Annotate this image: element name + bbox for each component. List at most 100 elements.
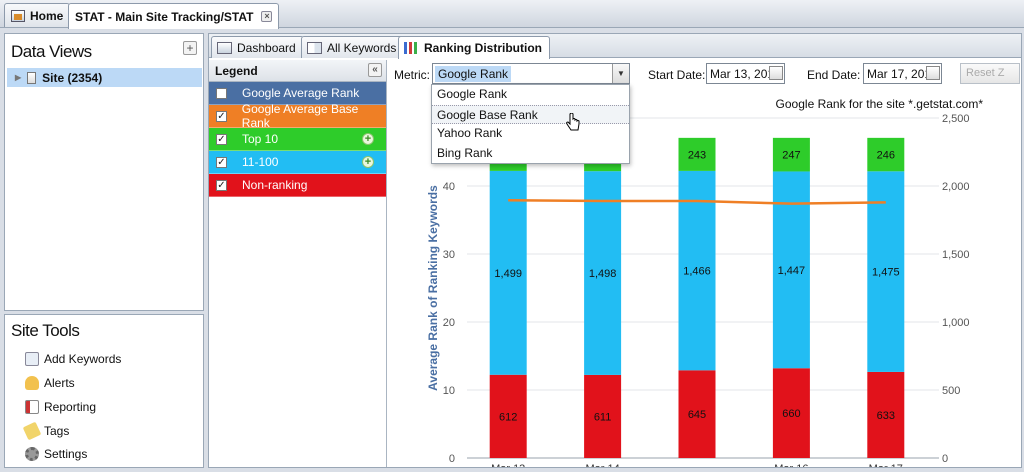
y-left-tick-label: 20 bbox=[443, 317, 455, 329]
x-tick-label: Mar 14 bbox=[585, 463, 619, 467]
start-date-field[interactable]: Mar 13, 201 bbox=[706, 63, 785, 84]
metric-select-value: Google Rank bbox=[435, 66, 512, 82]
tool-label: Tags bbox=[44, 424, 70, 438]
legend-title: Legend bbox=[215, 63, 258, 78]
tab-label: Ranking Distribution bbox=[424, 41, 542, 55]
legend-checkbox[interactable]: ✓ bbox=[216, 133, 227, 145]
tab-site-label: STAT - Main Site Tracking/STAT bbox=[75, 9, 254, 24]
tab-ranking-distribution[interactable]: Ranking Distribution bbox=[398, 36, 550, 59]
legend-item[interactable]: ✓ 11-100 + bbox=[209, 151, 386, 174]
start-date-label: Start Date: bbox=[648, 68, 706, 82]
y-left-tick-label: 0 bbox=[449, 453, 455, 465]
end-date-label: End Date: bbox=[807, 68, 861, 82]
chart-title: Google Rank for the site *.getstat.com* bbox=[776, 97, 984, 111]
legend-label: Google Average Rank bbox=[242, 86, 360, 100]
bar-chart-icon bbox=[404, 42, 419, 54]
report-icon bbox=[25, 400, 39, 414]
tab-label: Dashboard bbox=[237, 40, 296, 55]
metric-label: Metric: bbox=[394, 68, 430, 82]
tab-home-label: Home bbox=[30, 8, 64, 23]
bar-data-label: 243 bbox=[688, 149, 706, 161]
legend-label: Top 10 bbox=[242, 132, 279, 146]
bar-data-label: 660 bbox=[782, 408, 800, 420]
metric-option-yahoo-rank[interactable]: Yahoo Rank bbox=[432, 124, 629, 144]
x-tick-label: Mar 17 bbox=[869, 463, 903, 467]
tree-item-label: Site (2354) bbox=[42, 70, 103, 85]
gear-icon bbox=[25, 447, 39, 461]
calendar-icon[interactable] bbox=[769, 66, 783, 80]
metric-option-google-rank[interactable]: Google Rank bbox=[432, 85, 629, 105]
close-icon[interactable]: × bbox=[261, 11, 273, 22]
bar-data-label: 1,498 bbox=[589, 268, 617, 280]
x-tick-label: Mar 16 bbox=[774, 463, 808, 467]
data-views-panel: Data Views + ▶ Site (2354) bbox=[4, 33, 204, 311]
y-right-tick-label: 2,000 bbox=[942, 181, 970, 193]
legend-panel: Legend « Google Average Rank ✓ Google Aver… bbox=[209, 60, 387, 467]
bar-data-label: 612 bbox=[499, 411, 517, 423]
legend-label: 11-100 bbox=[242, 155, 279, 169]
bar-data-label: 645 bbox=[688, 409, 706, 421]
bell-icon bbox=[25, 376, 39, 390]
tool-add-keywords[interactable]: Add Keywords bbox=[25, 352, 121, 366]
home-icon bbox=[11, 9, 25, 22]
collapse-left-icon[interactable]: « bbox=[368, 63, 382, 77]
bar-data-label: 633 bbox=[877, 410, 895, 422]
bar-data-label: 1,499 bbox=[494, 268, 522, 280]
y-axis-title: Average Rank of Ranking Keywords bbox=[426, 185, 440, 391]
bar-data-label: 1,447 bbox=[778, 265, 806, 277]
add-keywords-icon bbox=[25, 352, 39, 366]
metric-select[interactable]: Google Rank ▼ bbox=[432, 63, 630, 84]
site-document-icon bbox=[27, 71, 37, 84]
y-right-tick-label: 1,000 bbox=[942, 317, 970, 329]
x-tick-label: Mar 13 bbox=[491, 463, 525, 467]
tab-label: All Keywords bbox=[327, 40, 397, 55]
tree-item-site[interactable]: ▶ Site (2354) bbox=[7, 68, 202, 87]
tag-icon bbox=[22, 421, 42, 441]
bar-data-label: 1,475 bbox=[872, 267, 900, 279]
y-left-tick-label: 30 bbox=[443, 249, 455, 261]
bar-data-label: 1,466 bbox=[683, 266, 711, 278]
app-window: Home STAT - Main Site Tracking/STAT × Da… bbox=[0, 0, 1024, 472]
legend-items: Google Average Rank ✓ Google Average Base … bbox=[209, 82, 386, 197]
tab-all-keywords[interactable]: All Keywords bbox=[301, 36, 405, 58]
expand-plus-icon[interactable]: + bbox=[362, 156, 374, 168]
legend-label: Google Average Base Rank bbox=[241, 102, 359, 130]
y-right-tick-label: 2,500 bbox=[942, 113, 970, 125]
expand-arrow-icon[interactable]: ▶ bbox=[15, 73, 21, 82]
top-tab-bar: Home STAT - Main Site Tracking/STAT × bbox=[0, 0, 1024, 29]
calendar-icon[interactable] bbox=[926, 66, 940, 80]
legend-checkbox[interactable] bbox=[216, 87, 227, 99]
expand-plus-icon[interactable]: + bbox=[362, 133, 374, 145]
metric-option-bing-rank[interactable]: Bing Rank bbox=[432, 144, 629, 164]
end-date-field[interactable]: Mar 17, 201 bbox=[863, 63, 942, 84]
end-date-value: Mar 17, 201 bbox=[867, 67, 932, 81]
tool-label: Alerts bbox=[44, 376, 75, 390]
start-date-value: Mar 13, 201 bbox=[710, 67, 775, 81]
bar-data-label: 246 bbox=[877, 150, 895, 162]
chevron-down-icon[interactable]: ▼ bbox=[612, 64, 629, 83]
y-left-tick-label: 10 bbox=[443, 385, 455, 397]
legend-item[interactable]: ✓ Google Average Base Rank bbox=[209, 102, 386, 130]
tool-alerts[interactable]: Alerts bbox=[25, 376, 75, 390]
bar-data-label: 247 bbox=[782, 150, 800, 162]
metric-option-google-base-rank[interactable]: Google Base Rank bbox=[432, 104, 629, 124]
legend-item[interactable]: ✓ Non-ranking bbox=[209, 174, 386, 197]
y-right-tick-label: 1,500 bbox=[942, 249, 970, 261]
legend-checkbox[interactable]: ✓ bbox=[216, 110, 227, 122]
metric-dropdown-list: Google Rank Google Base Rank Yahoo Rank … bbox=[431, 84, 630, 164]
tab-site[interactable]: STAT - Main Site Tracking/STAT × bbox=[68, 3, 280, 29]
tab-dashboard[interactable]: Dashboard bbox=[211, 36, 304, 58]
legend-item[interactable]: ✓ Top 10 + bbox=[209, 128, 386, 151]
tool-tags[interactable]: Tags bbox=[22, 421, 70, 441]
tool-reporting[interactable]: Reporting bbox=[25, 400, 96, 414]
reset-zoom-button[interactable]: Reset Z bbox=[960, 63, 1020, 84]
data-views-title: Data Views bbox=[11, 42, 92, 61]
sub-tab-bar: Dashboard All Keywords Ranking Distribut… bbox=[209, 34, 1021, 59]
legend-header: Legend « bbox=[209, 60, 386, 82]
legend-checkbox[interactable]: ✓ bbox=[216, 156, 227, 168]
site-tools-panel: Site Tools Add Keywords Alerts Reporting… bbox=[4, 314, 204, 468]
add-view-button[interactable]: + bbox=[183, 41, 197, 55]
legend-checkbox[interactable]: ✓ bbox=[216, 179, 227, 191]
tab-home[interactable]: Home bbox=[4, 3, 71, 27]
tool-settings[interactable]: Settings bbox=[25, 447, 87, 461]
